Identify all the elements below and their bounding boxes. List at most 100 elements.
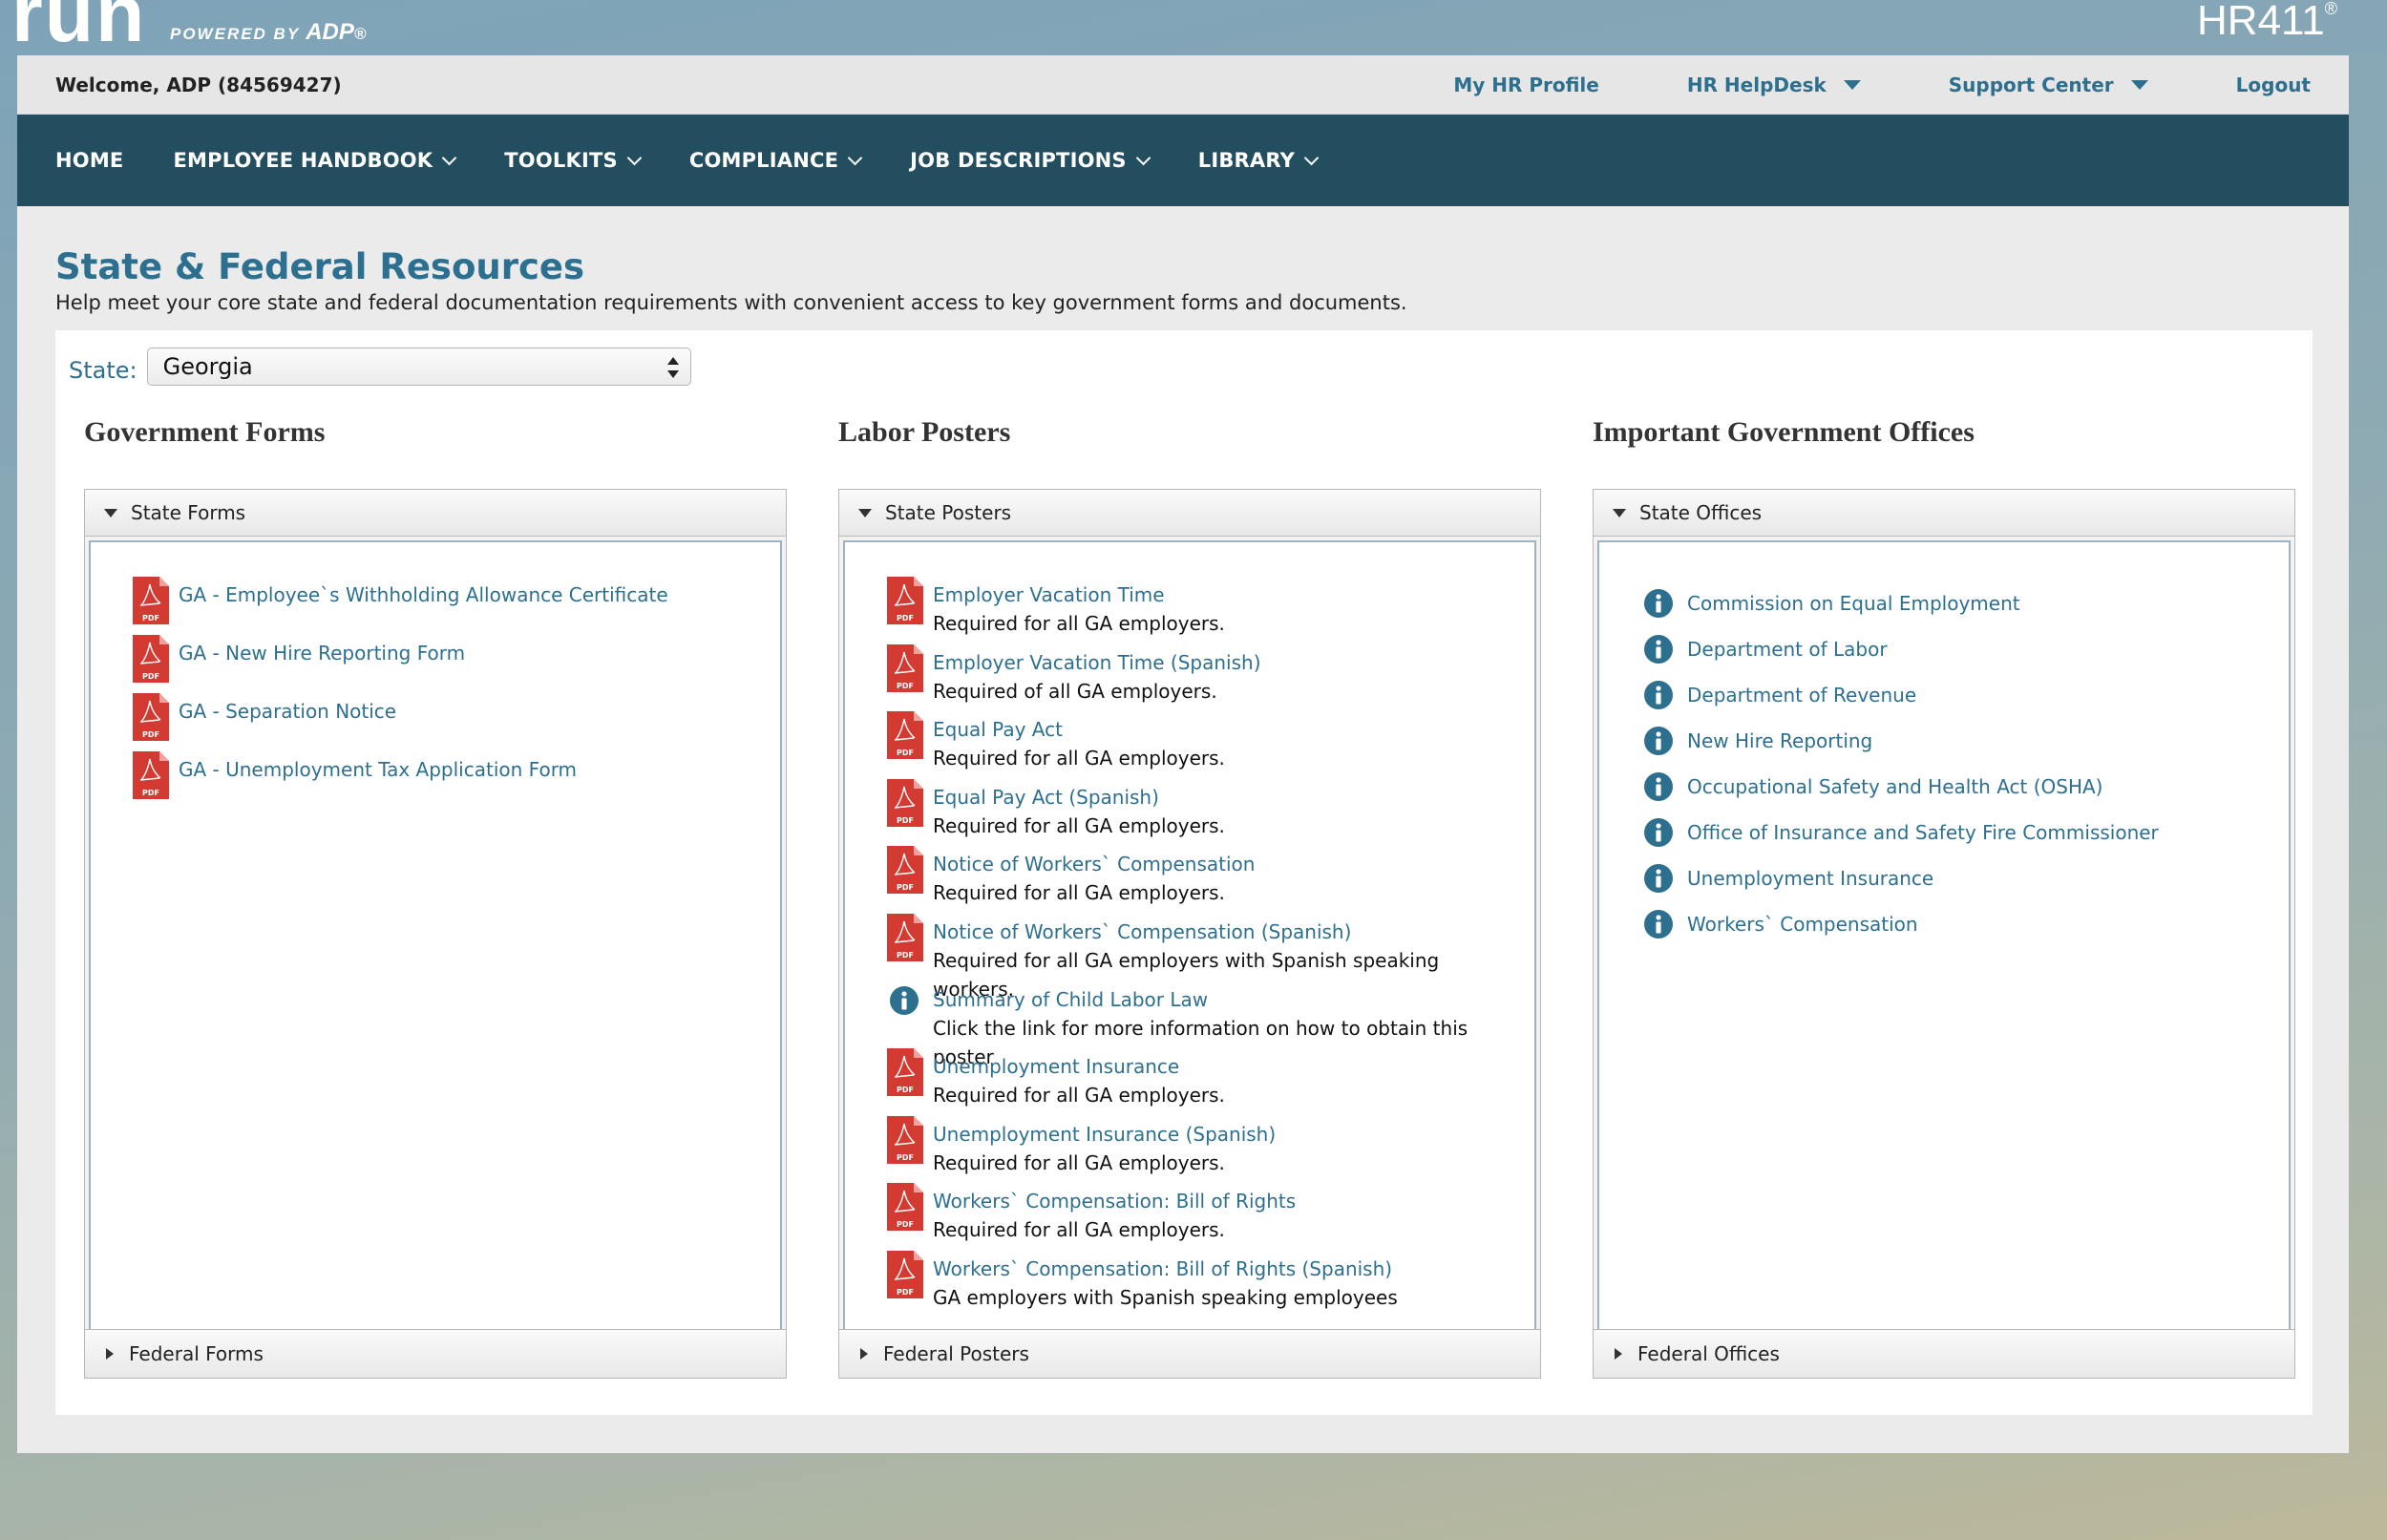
federal-posters-header[interactable]: Federal Posters — [838, 1329, 1541, 1379]
resource-link[interactable]: Workers` Compensation: Bill of Rights — [933, 1187, 1296, 1215]
chevron-down-icon — [1303, 150, 1320, 165]
list-item: New Hire Reporting — [1641, 718, 2279, 764]
nav-home[interactable]: HOME — [55, 149, 123, 172]
item-text: Commission on Equal Employment — [1687, 588, 2020, 619]
svg-text:PDF: PDF — [897, 1220, 914, 1229]
pdf-icon: PDF — [887, 1115, 923, 1164]
nav-compliance[interactable]: COMPLIANCE — [689, 149, 863, 172]
item-text: Employer Vacation Time (Spanish) Required… — [933, 648, 1261, 706]
resource-description: Required for all GA employers. — [933, 1150, 1225, 1174]
labor-posters-title: Labor Posters — [838, 416, 1011, 448]
state-select[interactable]: Georgia — [146, 348, 691, 386]
resource-link[interactable]: Commission on Equal Employment — [1687, 588, 2020, 619]
resource-link[interactable]: GA - New Hire Reporting Form — [179, 639, 465, 667]
list-item: Department of Labor — [1641, 626, 2279, 672]
expand-triangle-icon — [106, 1348, 114, 1360]
my-hr-profile-link[interactable]: My HR Profile — [1453, 74, 1599, 96]
resource-link[interactable]: Occupational Safety and Health Act (OSHA… — [1687, 771, 2102, 802]
resource-description: Required of all GA employers. — [933, 679, 1217, 703]
resource-link[interactable]: Department of Labor — [1687, 634, 1888, 665]
list-item: PDF Equal Pay Act Required for all GA empl… — [887, 711, 1525, 783]
resource-link[interactable]: Summary of Child Labor Law — [933, 985, 1525, 1014]
adp-logo: ADP — [306, 19, 354, 45]
my-hr-profile-label: My HR Profile — [1453, 73, 1599, 96]
support-center-label: Support Center — [1948, 73, 2114, 96]
logout-link[interactable]: Logout — [2236, 74, 2311, 96]
pdf-icon: PDF — [133, 693, 169, 741]
item-text: Occupational Safety and Health Act (OSHA… — [1687, 771, 2102, 802]
hr411-logo: HR411® — [2197, 0, 2337, 42]
item-text: GA - Employee`s Withholding Allowance Ce… — [179, 580, 668, 609]
state-offices-header[interactable]: State Offices — [1593, 489, 2295, 537]
list-item: Unemployment Insurance — [1641, 855, 2279, 901]
federal-offices-header[interactable]: Federal Offices — [1593, 1329, 2295, 1379]
state-posters-header[interactable]: State Posters — [838, 489, 1541, 537]
resource-description: GA employers with Spanish speaking emplo… — [933, 1285, 1398, 1309]
state-forms-header[interactable]: State Forms — [84, 489, 787, 537]
nav-toolkits-label: TOOLKITS — [504, 149, 618, 172]
resource-link[interactable]: Equal Pay Act (Spanish) — [933, 783, 1225, 812]
item-text: Unemployment Insurance — [1687, 863, 1933, 894]
collapse-triangle-icon — [858, 508, 872, 517]
list-item: PDF Employer Vacation Time (Spanish) Requi… — [887, 643, 1525, 716]
list-item: PDF Equal Pay Act (Spanish) Required for a… — [887, 778, 1525, 851]
svg-text:PDF: PDF — [897, 816, 914, 825]
federal-forms-label: Federal Forms — [129, 1342, 264, 1365]
federal-posters-label: Federal Posters — [883, 1342, 1029, 1365]
item-text: Workers` Compensation: Bill of Rights (S… — [933, 1255, 1398, 1312]
government-forms-title: Government Forms — [84, 416, 326, 448]
hr-helpdesk-label: HR HelpDesk — [1686, 73, 1827, 96]
nav-library[interactable]: LIBRARY — [1198, 149, 1320, 172]
pdf-icon: PDF — [887, 643, 923, 692]
svg-text:PDF: PDF — [897, 1288, 914, 1297]
state-label: State: — [69, 357, 137, 384]
select-arrows-icon — [666, 357, 679, 378]
resource-link[interactable]: Unemployment Insurance (Spanish) — [933, 1120, 1276, 1149]
caret-down-icon — [1843, 79, 1861, 90]
resource-link[interactable]: Notice of Workers` Compensation — [933, 850, 1255, 878]
resource-link[interactable]: New Hire Reporting — [1687, 726, 1872, 756]
state-forms-label: State Forms — [131, 501, 246, 524]
pdf-icon: PDF — [887, 778, 923, 827]
resource-link[interactable]: GA - Unemployment Tax Application Form — [179, 755, 577, 784]
info-icon — [1643, 771, 1674, 802]
list-item: PDF Employer Vacation Time Required for al… — [887, 577, 1525, 648]
resource-link[interactable]: Workers` Compensation — [1687, 909, 1918, 939]
main-nav: HOME EMPLOYEE HANDBOOK TOOLKITS COMPLIAN… — [17, 115, 2349, 206]
federal-forms-header[interactable]: Federal Forms — [84, 1329, 787, 1379]
list-item: PDF Unemployment Insurance (Spanish) Requi… — [887, 1115, 1525, 1188]
svg-text:PDF: PDF — [142, 614, 159, 622]
resource-link[interactable]: Notice of Workers` Compensation (Spanish… — [933, 918, 1525, 946]
hr-helpdesk-menu[interactable]: HR HelpDesk — [1687, 74, 1861, 96]
resource-link[interactable]: Employer Vacation Time (Spanish) — [933, 648, 1261, 677]
nav-employee-handbook[interactable]: EMPLOYEE HANDBOOK — [173, 149, 457, 172]
nav-toolkits[interactable]: TOOLKITS — [504, 149, 643, 172]
resource-link[interactable]: Workers` Compensation: Bill of Rights (S… — [933, 1255, 1398, 1283]
nav-job-descriptions[interactable]: JOB DESCRIPTIONS — [910, 149, 1151, 172]
resource-link[interactable]: Employer Vacation Time — [933, 580, 1225, 609]
state-selector-row: State: Georgia — [69, 348, 691, 386]
chevron-down-icon — [847, 150, 863, 165]
resource-link[interactable]: Unemployment Insurance — [1687, 863, 1933, 894]
pdf-icon: PDF — [133, 577, 169, 624]
resource-link[interactable]: Unemployment Insurance — [933, 1052, 1225, 1081]
resource-link[interactable]: GA - Separation Notice — [179, 697, 396, 726]
welcome-text: Welcome, ADP (84569427) — [55, 73, 342, 96]
list-item: PDF GA - Unemployment Tax Application For… — [133, 751, 771, 813]
item-text: Equal Pay Act Required for all GA employe… — [933, 715, 1225, 772]
pdf-icon: PDF — [887, 913, 923, 961]
resource-description: Required for all GA employers. — [933, 881, 1225, 905]
resource-link[interactable]: Office of Insurance and Safety Fire Comm… — [1687, 817, 2159, 848]
support-center-menu[interactable]: Support Center — [1949, 74, 2148, 96]
resource-link[interactable]: GA - Employee`s Withholding Allowance Ce… — [179, 580, 668, 609]
page-title: State & Federal Resources — [55, 246, 585, 287]
svg-text:PDF: PDF — [897, 682, 914, 690]
resource-link[interactable]: Department of Revenue — [1687, 680, 1916, 710]
resources-content: State: Georgia Government Forms State Fo… — [55, 330, 2313, 1415]
info-icon — [1643, 634, 1674, 665]
item-text: GA - New Hire Reporting Form — [179, 639, 465, 667]
pdf-icon: PDF — [887, 577, 923, 624]
resource-link[interactable]: Equal Pay Act — [933, 715, 1225, 744]
svg-text:PDF: PDF — [897, 614, 914, 622]
user-links: My HR Profile HR HelpDesk Support Center… — [1365, 74, 2311, 96]
